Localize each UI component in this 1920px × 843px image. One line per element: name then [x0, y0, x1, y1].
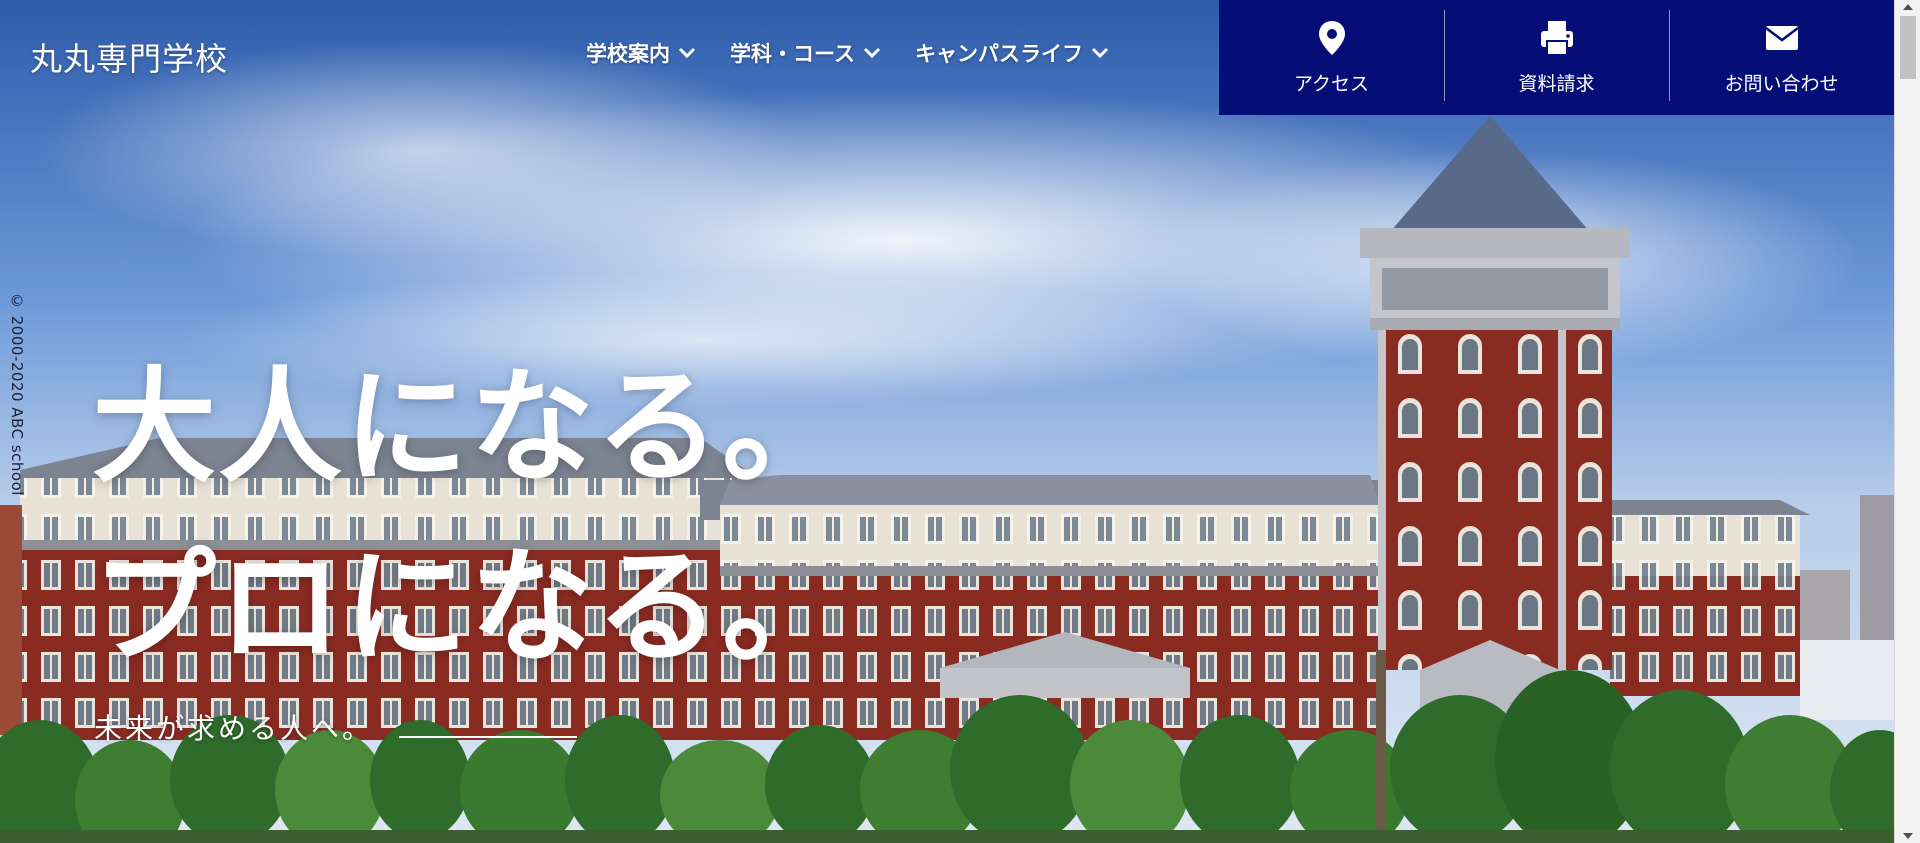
copyright-text: © 2000-2020 ABC school [8, 292, 26, 496]
scroll-down-arrow-icon[interactable] [1903, 833, 1913, 839]
tagline-text: 未来が求める人へ。 [94, 712, 374, 745]
chevron-down-icon [1091, 47, 1109, 59]
cta-bar: アクセス 資料請求 お問い合わせ [1219, 0, 1894, 115]
request-materials-button[interactable]: 資料請求 [1444, 0, 1669, 115]
tagline-divider [399, 736, 578, 738]
nav-item-label: 学科・コース [730, 42, 855, 66]
scrollbar-thumb[interactable] [1900, 16, 1916, 79]
request-materials-label: 資料請求 [1518, 73, 1595, 95]
contact-label: お問い合わせ [1724, 73, 1839, 95]
site-logo[interactable]: 丸丸専門学校 [30, 34, 228, 80]
nav-item-school-guide[interactable]: 学校案内 [586, 38, 696, 68]
hero-tagline: 未来が求める人へ。 [94, 707, 578, 747]
access-button[interactable]: アクセス [1219, 0, 1444, 115]
map-pin-icon [1318, 21, 1345, 55]
printer-icon [1540, 21, 1573, 56]
hero-headline: 大人になる。 プロになる。 [92, 338, 848, 698]
chevron-down-icon [678, 47, 696, 59]
envelope-icon [1764, 26, 1799, 50]
chevron-down-icon [863, 47, 881, 59]
headline-line-1: 大人になる。 [92, 356, 849, 500]
nav-item-departments[interactable]: 学科・コース [730, 38, 881, 68]
headline-line-2: プロになる。 [92, 536, 849, 680]
scroll-up-arrow-icon[interactable] [1903, 4, 1913, 10]
access-label: アクセス [1293, 73, 1370, 95]
nav-item-label: 学校案内 [586, 42, 670, 66]
global-nav: 学校案内 学科・コース キャンパスライフ [586, 38, 1109, 68]
contact-button[interactable]: お問い合わせ [1669, 0, 1894, 115]
nav-item-campus-life[interactable]: キャンパスライフ [915, 38, 1109, 68]
nav-item-label: キャンパスライフ [914, 42, 1083, 66]
page-scrollbar[interactable] [1894, 0, 1920, 843]
